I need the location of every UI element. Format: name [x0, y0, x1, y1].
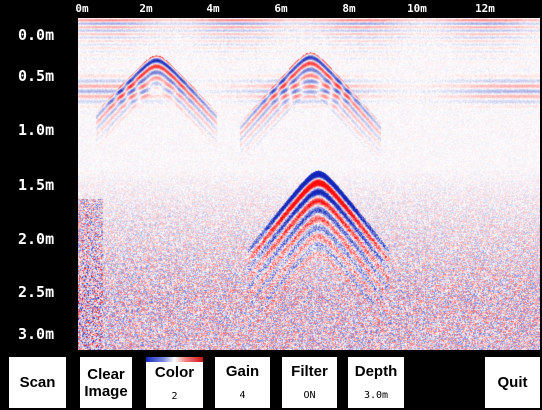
scan-button-label: Scan	[19, 374, 56, 391]
quit-button[interactable]: Quit	[485, 357, 540, 408]
x-tick: 4m	[206, 2, 220, 15]
bottom-toolbar: Scan Clear Image Color 2 Gain 4 Filter O…	[0, 352, 542, 410]
clear-image-label-line2: Image	[84, 382, 128, 400]
gain-label: Gain	[225, 363, 260, 380]
x-tick: 2m	[139, 2, 153, 15]
x-tick: 8m	[342, 2, 356, 15]
x-tick: 0m	[75, 2, 89, 15]
y-tick: 2.0m	[18, 230, 55, 248]
clear-image-button[interactable]: Clear Image	[80, 357, 132, 408]
x-tick: 6m	[274, 2, 288, 15]
scan-button[interactable]: Scan	[9, 357, 66, 408]
x-tick: 10m	[407, 2, 427, 15]
y-tick: 3.0m	[18, 325, 55, 343]
y-axis: 0.0m 0.5m 1.0m 1.5m 2.0m 2.5m 3.0m	[0, 18, 78, 350]
depth-value: 3.0m	[363, 390, 389, 401]
clear-image-label-line1: Clear	[87, 365, 125, 383]
quit-button-label: Quit	[497, 374, 528, 391]
color-button[interactable]: Color 2	[146, 357, 203, 408]
y-tick: 0.0m	[18, 26, 55, 44]
color-value: 2	[171, 391, 178, 402]
radargram-image[interactable]	[78, 18, 540, 350]
color-label: Color	[154, 364, 195, 381]
y-tick: 1.0m	[18, 121, 55, 139]
x-axis: 0m 2m 4m 6m 8m 10m 12m	[0, 0, 542, 18]
depth-button[interactable]: Depth 3.0m	[348, 357, 404, 408]
gain-button[interactable]: Gain 4	[215, 357, 270, 408]
x-tick: 12m	[475, 2, 495, 15]
y-tick: 0.5m	[18, 67, 55, 85]
depth-label: Depth	[354, 363, 398, 380]
y-tick: 2.5m	[18, 283, 55, 301]
filter-button[interactable]: Filter ON	[282, 357, 337, 408]
filter-label: Filter	[291, 363, 328, 380]
y-tick: 1.5m	[18, 176, 55, 194]
gain-value: 4	[239, 390, 246, 401]
color-scale-bar	[146, 357, 203, 362]
filter-value: ON	[303, 390, 316, 401]
gpr-viewer-app: 0m 2m 4m 6m 8m 10m 12m 0.0m 0.5m 1.0m 1.…	[0, 0, 542, 410]
